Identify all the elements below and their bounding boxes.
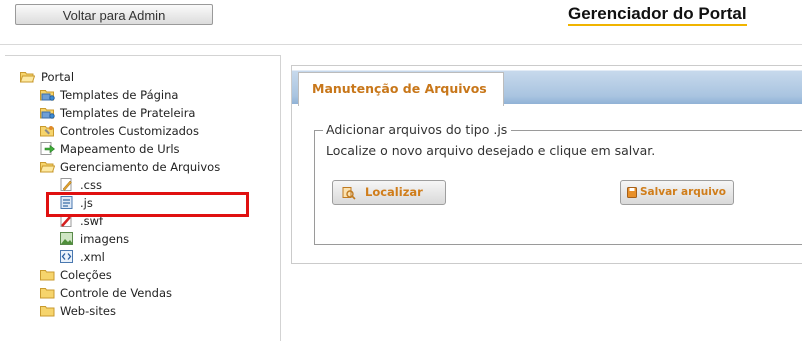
top-bar: Voltar para Admin Gerenciador do Portal xyxy=(0,0,802,45)
folder-icon xyxy=(40,306,55,317)
search-file-icon xyxy=(342,187,356,200)
folder-icon xyxy=(40,270,55,281)
page-title: Gerenciador do Portal xyxy=(568,4,747,26)
tab-manutencao-arquivos[interactable]: Manutenção de Arquivos xyxy=(298,72,504,106)
save-icon xyxy=(627,187,637,198)
selection-highlight-box xyxy=(46,192,249,217)
fieldset-legend: Adicionar arquivos do tipo .js xyxy=(323,122,512,137)
locate-button[interactable]: Localizar xyxy=(332,180,446,205)
file-maintenance-panel: Manutenção de Arquivos Adicionar arquivo… xyxy=(291,65,802,264)
arrow-page-icon xyxy=(40,142,55,155)
xml-file-icon xyxy=(60,250,73,263)
tree-label: .xml xyxy=(80,250,105,264)
tree-label: Templates de Página xyxy=(60,88,179,102)
save-file-button-label: Salvar arquivo xyxy=(640,186,726,198)
tree-label: .css xyxy=(80,178,102,192)
locate-button-label: Localizar xyxy=(365,185,423,199)
save-file-button[interactable]: Salvar arquivo xyxy=(620,180,734,205)
tree-label: Controle de Vendas xyxy=(60,286,173,300)
template-folder-icon xyxy=(40,108,55,119)
tree-label: Templates de Prateleira xyxy=(60,106,196,120)
folder-icon xyxy=(40,288,55,299)
tree-label: Portal xyxy=(41,70,75,84)
tree-label: Controles Customizados xyxy=(60,124,199,138)
css-file-icon xyxy=(60,178,72,191)
instruction-text: Localize o novo arquivo desejado e cliqu… xyxy=(326,143,656,158)
tree-label: imagens xyxy=(80,232,130,246)
open-folder-icon xyxy=(40,162,55,173)
back-to-admin-button[interactable]: Voltar para Admin xyxy=(15,4,213,25)
tree-label: Web-sites xyxy=(60,304,116,318)
tree-label: Coleções xyxy=(60,268,112,282)
tree-label: Gerenciamento de Arquivos xyxy=(60,160,221,174)
tab-strip: Manutenção de Arquivos xyxy=(292,66,802,106)
controls-folder-icon xyxy=(40,126,54,137)
template-folder-icon xyxy=(40,90,55,101)
tree-label: Mapeamento de Urls xyxy=(60,142,180,156)
image-file-icon xyxy=(60,232,73,245)
open-folder-icon xyxy=(20,72,35,83)
